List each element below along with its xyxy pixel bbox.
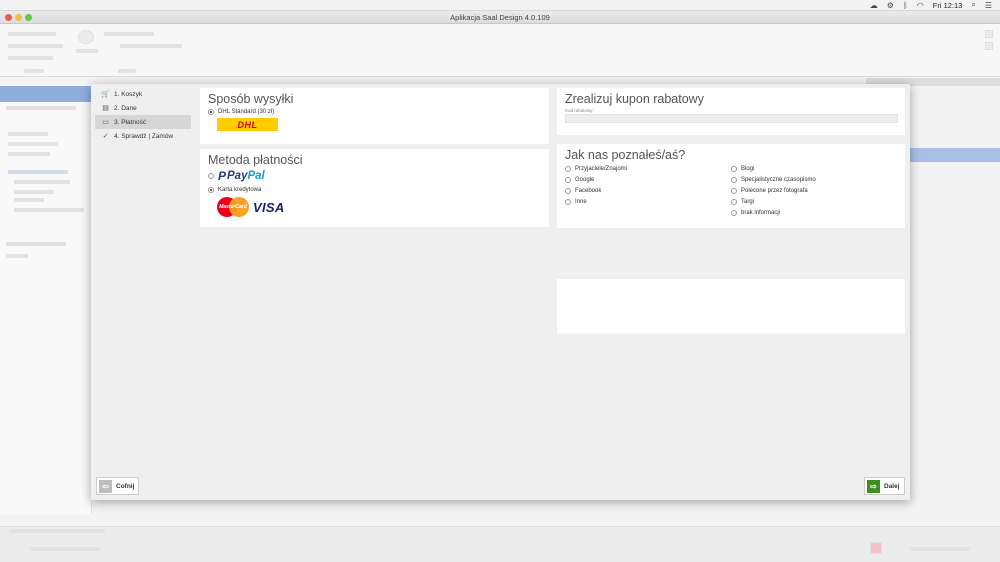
referral-right-column: Blogi Specjalistyczne czasopismo Polecon… bbox=[731, 163, 897, 218]
step-review-order[interactable]: ✓ 4. Sprawdź | Zamów bbox=[95, 129, 191, 143]
checkout-dialog: 🛒 1. Koszyk ▤ 2. Dane ▭ 3. Płatność ✓ 4.… bbox=[91, 84, 910, 500]
window-title: Aplikacja Saal Design 4.0.109 bbox=[450, 13, 550, 22]
radio-unselected[interactable] bbox=[731, 209, 737, 216]
cloud-icon[interactable]: ☁ bbox=[870, 1, 878, 10]
coupon-title: Zrealizuj kupon rabatowy bbox=[565, 92, 704, 106]
mastercard-logo: MasterCard bbox=[217, 197, 249, 217]
checkout-steps: 🛒 1. Koszyk ▤ 2. Dane ▭ 3. Płatność ✓ 4.… bbox=[95, 87, 191, 143]
clock[interactable]: Fri 12:13 bbox=[933, 1, 963, 10]
shipping-option-label: DHL Standard (30 zł) bbox=[218, 108, 275, 115]
back-button[interactable]: ⇦ Cofnij bbox=[96, 477, 140, 495]
referral-option[interactable]: brak informacji bbox=[731, 207, 897, 218]
window-titlebar: Aplikacja Saal Design 4.0.109 bbox=[0, 11, 1000, 24]
referral-option[interactable]: Przyjaciele/Znajomi bbox=[565, 163, 731, 174]
step-label: 2. Dane bbox=[114, 104, 137, 112]
background-ribbon bbox=[0, 24, 1000, 77]
coupon-panel: Zrealizuj kupon rabatowy Kod rabatowy: bbox=[557, 88, 905, 135]
payment-title: Metoda płatności bbox=[208, 153, 303, 167]
referral-left-column: Przyjaciele/Znajomi Google Facebook Inne bbox=[565, 163, 731, 218]
background-right-selection bbox=[910, 148, 1000, 162]
shipping-panel: Sposób wysyłki DHL Standard (30 zł) DHL bbox=[200, 88, 549, 144]
paypal-logo: P Pay Pal bbox=[218, 168, 265, 183]
referral-option[interactable]: Specjalistyczne czasopismo bbox=[731, 174, 897, 185]
referral-panel: Jak nas poznałeś/aś? Przyjaciele/Znajomi… bbox=[557, 144, 905, 228]
step-data[interactable]: ▤ 2. Dane bbox=[95, 101, 191, 115]
shipping-title: Sposób wysyłki bbox=[208, 92, 294, 106]
empty-panel bbox=[557, 279, 905, 334]
step-cart[interactable]: 🛒 1. Koszyk bbox=[95, 87, 191, 101]
next-button[interactable]: ⇨ Dalej bbox=[864, 477, 905, 495]
wifi-icon[interactable]: ◠ bbox=[917, 1, 924, 10]
radio-unselected[interactable] bbox=[565, 198, 571, 205]
radio-unselected[interactable] bbox=[731, 187, 737, 194]
list-icon[interactable]: ☰ bbox=[985, 1, 992, 10]
arrow-left-icon: ⇦ bbox=[99, 479, 112, 493]
back-button-label: Cofnij bbox=[116, 482, 135, 490]
dhl-logo: DHL bbox=[217, 118, 278, 131]
referral-option[interactable]: Blogi bbox=[731, 163, 897, 174]
radio-unselected[interactable] bbox=[208, 172, 214, 179]
payment-option-card[interactable]: Karta kredytowa bbox=[208, 184, 541, 195]
referral-option[interactable]: Inne bbox=[565, 196, 731, 207]
card-logos: MasterCard VISA bbox=[217, 197, 541, 217]
dhl-logo-text: DHL bbox=[237, 119, 258, 130]
gear-icon[interactable]: ⚙ bbox=[887, 1, 894, 10]
minimize-window-button[interactable] bbox=[15, 14, 22, 21]
status-area: ☁ ⚙ ᛒ ◠ Fri 12:13 ⌕ ☰ bbox=[870, 0, 992, 10]
step-payment[interactable]: ▭ 3. Płatność bbox=[95, 115, 191, 129]
radio-unselected[interactable] bbox=[565, 165, 571, 172]
payment-option-paypal[interactable]: P Pay Pal bbox=[208, 167, 541, 184]
step-label: 3. Płatność bbox=[114, 118, 147, 126]
coupon-field-label: Kod rabatowy: bbox=[565, 108, 594, 113]
radio-unselected[interactable] bbox=[731, 165, 737, 172]
radio-selected[interactable] bbox=[208, 186, 214, 193]
shipping-option-dhl[interactable]: DHL Standard (30 zł) bbox=[208, 106, 541, 117]
radio-unselected[interactable] bbox=[565, 176, 571, 183]
next-button-label: Dalej bbox=[884, 482, 900, 490]
radio-unselected[interactable] bbox=[731, 176, 737, 183]
referral-option[interactable]: Facebook bbox=[565, 185, 731, 196]
background-bottom-bar bbox=[0, 526, 1000, 562]
background-sidebar bbox=[0, 84, 92, 514]
coupon-code-input[interactable] bbox=[565, 114, 898, 123]
referral-option[interactable]: Targi bbox=[731, 196, 897, 207]
check-icon: ✓ bbox=[102, 133, 109, 140]
card-label: Karta kredytowa bbox=[218, 186, 262, 193]
visa-logo: VISA bbox=[253, 199, 285, 215]
radio-unselected[interactable] bbox=[565, 187, 571, 194]
background-sidebar-header bbox=[0, 86, 92, 102]
menu-bar: ☁ ⚙ ᛒ ◠ Fri 12:13 ⌕ ☰ bbox=[0, 0, 1000, 11]
payment-panel: Metoda płatności P Pay Pal Karta kredytow… bbox=[200, 149, 549, 227]
close-window-button[interactable] bbox=[5, 14, 12, 21]
cart-icon: 🛒 bbox=[101, 91, 110, 98]
payment-icon: ▭ bbox=[102, 119, 109, 126]
referral-option[interactable]: Google bbox=[565, 174, 731, 185]
step-label: 4. Sprawdź | Zamów bbox=[114, 132, 174, 140]
referral-title: Jak nas poznałeś/aś? bbox=[565, 148, 686, 162]
radio-selected[interactable] bbox=[208, 108, 214, 115]
referral-option[interactable]: Polecone przez fotografa bbox=[731, 185, 897, 196]
step-label: 1. Koszyk bbox=[114, 90, 143, 98]
arrow-right-icon: ⇨ bbox=[867, 479, 880, 493]
paypal-icon: P bbox=[218, 168, 227, 183]
data-icon: ▤ bbox=[102, 105, 109, 112]
zoom-window-button[interactable] bbox=[25, 14, 32, 21]
radio-unselected[interactable] bbox=[731, 198, 737, 205]
search-icon[interactable]: ⌕ bbox=[971, 0, 975, 10]
bluetooth-icon[interactable]: ᛒ bbox=[903, 1, 908, 10]
